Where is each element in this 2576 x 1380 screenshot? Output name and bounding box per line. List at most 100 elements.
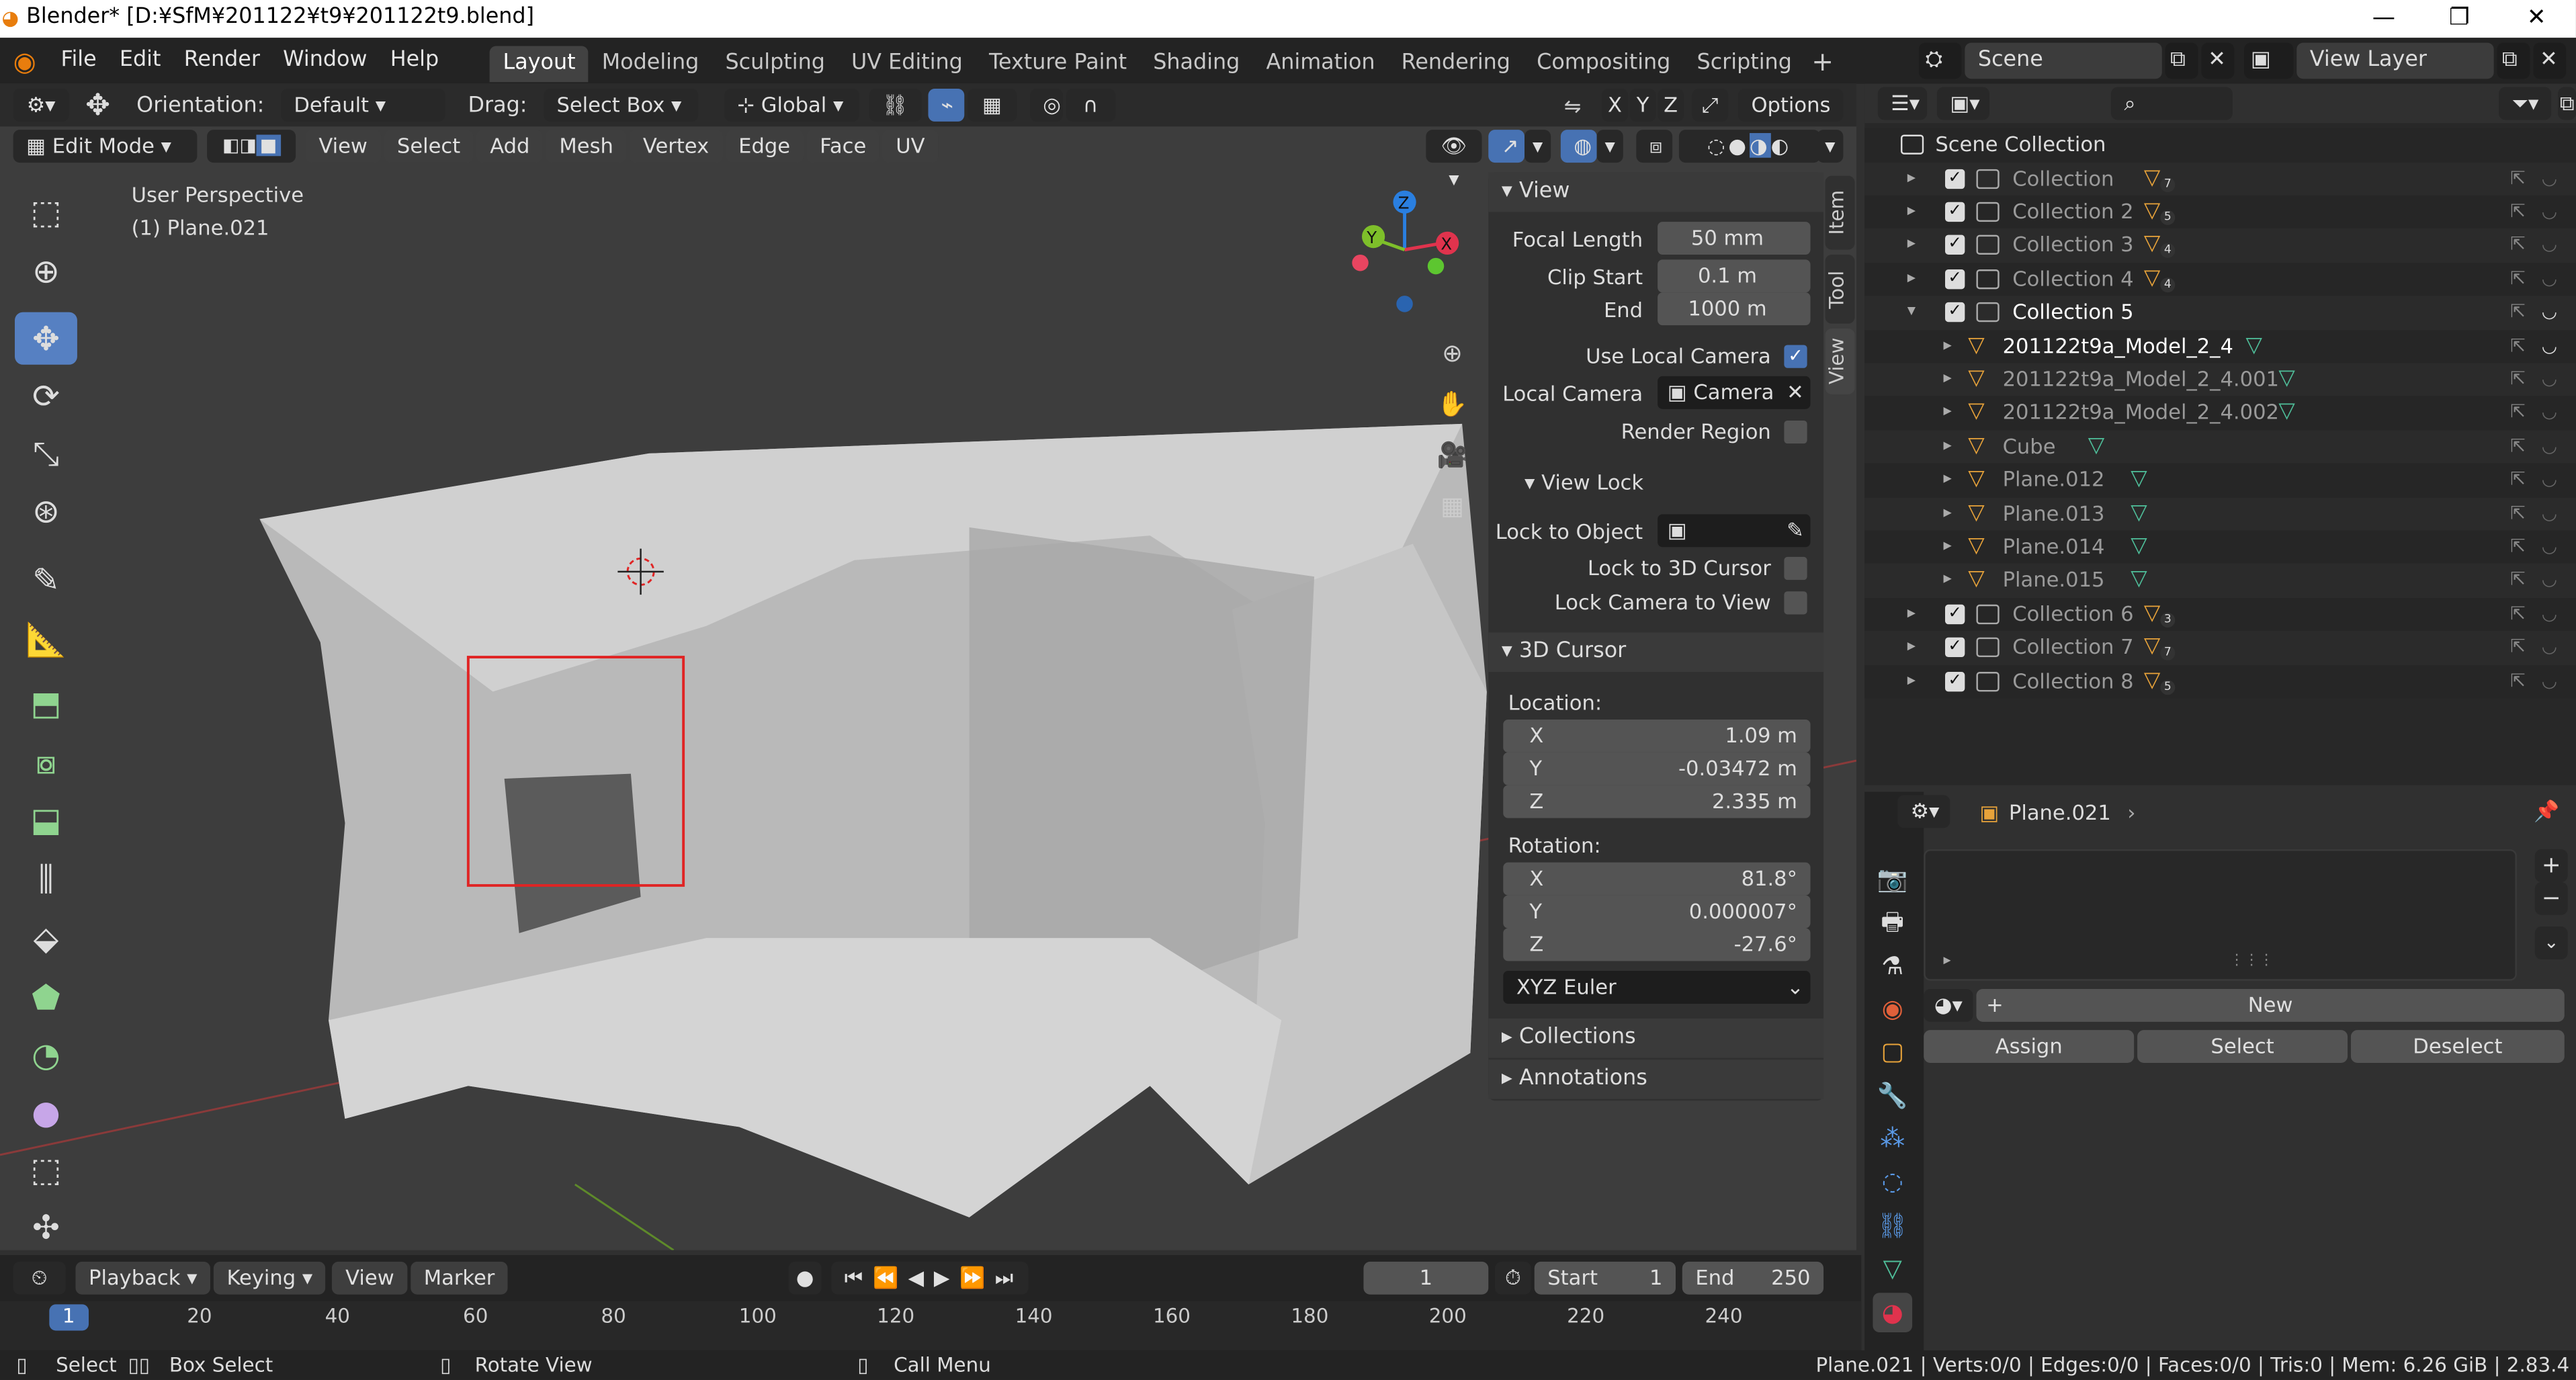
expand-icon[interactable]: ▸ bbox=[1944, 953, 1951, 969]
timeline-editor-icon[interactable]: ⏲▾ bbox=[13, 1261, 66, 1322]
drag-dropdown[interactable]: Select Box ▾ bbox=[543, 89, 698, 122]
eye-icon[interactable]: ◡ bbox=[2542, 430, 2557, 464]
rotate-tool-icon[interactable]: ⟳ bbox=[15, 370, 77, 422]
shading-dropdown-icon[interactable]: ▾ bbox=[1817, 130, 1844, 163]
snap-target-icon[interactable]: ▦ bbox=[967, 89, 1017, 122]
eye-icon[interactable]: ◡ bbox=[2542, 497, 2557, 531]
menu-file[interactable]: File bbox=[49, 38, 108, 83]
outliner-collection-row[interactable]: ▾ ✓ Collection 5 ⇱ ◡ bbox=[1864, 296, 2576, 330]
navigation-gizmo[interactable]: Z X Y bbox=[1344, 187, 1467, 319]
outliner-collection-row[interactable]: ▸ ✓ Collection 4 ▽ 4 ⇱ ◡ bbox=[1864, 262, 2576, 296]
select-arrow-icon[interactable]: ⇱ bbox=[2510, 229, 2526, 263]
xray-icon[interactable]: ⧈ bbox=[1636, 130, 1673, 163]
orientation-dropdown[interactable]: Default ▾ bbox=[280, 89, 445, 122]
poly-build-tool-icon[interactable]: ⬟ bbox=[15, 971, 77, 1023]
select-arrow-icon[interactable]: ⇱ bbox=[2510, 162, 2526, 196]
grid-ortho-icon[interactable]: ▦ bbox=[1434, 481, 1471, 532]
overlay-icon[interactable]: ◍ bbox=[1560, 130, 1597, 163]
gizmo-dropdown-icon[interactable]: ▾ bbox=[1525, 130, 1551, 163]
select-button[interactable]: Select bbox=[2137, 1030, 2348, 1063]
material-slot-list[interactable]: ▸ ⋮⋮⋮ bbox=[1924, 849, 2517, 981]
menu-edit[interactable]: Edit bbox=[108, 38, 173, 83]
include-checkbox[interactable]: ✓ bbox=[1944, 202, 1965, 222]
annotate-tool-icon[interactable]: ✎ bbox=[15, 554, 77, 606]
menu-timeline-view[interactable]: View bbox=[332, 1261, 408, 1295]
world-props-icon[interactable]: ◉ bbox=[1873, 989, 1912, 1029]
eye-icon[interactable]: ◡ bbox=[2542, 631, 2557, 664]
select-arrow-icon[interactable]: ⇱ bbox=[2510, 196, 2526, 229]
outliner-object-row[interactable]: ▸ ▽ Plane.015 ▽ ⇱ ◡ bbox=[1864, 564, 2576, 598]
menu-vertex[interactable]: Vertex bbox=[630, 130, 722, 163]
include-checkbox[interactable]: ✓ bbox=[1944, 269, 1965, 289]
expand-arrow-icon[interactable]: ▸ bbox=[1907, 664, 1916, 698]
editor-type-props-icon[interactable]: ⚙▾ bbox=[1897, 795, 1950, 828]
maximize-button[interactable]: ❐ bbox=[2421, 0, 2497, 38]
outliner-object-row[interactable]: ▸ ▽ Plane.013 ▽ ⇱ ◡ bbox=[1864, 497, 2576, 531]
eye-icon[interactable]: ◡ bbox=[2542, 162, 2557, 196]
expand-arrow-icon[interactable]: ▸ bbox=[1907, 262, 1916, 296]
outliner-object-row[interactable]: ▸ ▽ Plane.014 ▽ ⇱ ◡ bbox=[1864, 530, 2576, 564]
render-region-checkbox[interactable] bbox=[1784, 420, 1807, 444]
outliner-search-input[interactable]: ⌕ bbox=[2110, 87, 2233, 120]
pin-icon[interactable]: 📌 bbox=[2534, 798, 2559, 824]
menu-face[interactable]: Face bbox=[806, 130, 879, 163]
playback-controls[interactable]: ⏮⏪◀▶⏩⏭ bbox=[831, 1261, 1029, 1295]
modifier-props-icon[interactable]: 🔧 bbox=[1873, 1076, 1912, 1116]
scene-props-icon[interactable]: ⚗ bbox=[1873, 946, 1912, 986]
eyedropper-icon[interactable]: ✎ bbox=[1787, 514, 1804, 547]
eye-icon[interactable]: ◡ bbox=[2542, 597, 2557, 631]
tab-tool[interactable]: Tool bbox=[1825, 254, 1855, 324]
location-y-field[interactable]: Y -0.03472 m bbox=[1503, 752, 1811, 785]
menu-marker[interactable]: Marker bbox=[411, 1261, 508, 1295]
rotation-y-field[interactable]: Y 0.000007° bbox=[1503, 895, 1811, 929]
filter-icon[interactable]: ⏷▾ bbox=[2498, 87, 2552, 120]
rotation-x-field[interactable]: X 81.8° bbox=[1503, 862, 1811, 896]
knife-tool-icon[interactable]: ⬙ bbox=[15, 912, 77, 964]
outliner-collection-row[interactable]: ▸ ✓ Collection 6 ▽ 3 ⇱ ◡ bbox=[1864, 597, 2576, 632]
stopwatch-icon[interactable]: ⏱ bbox=[1495, 1261, 1531, 1295]
select-arrow-icon[interactable]: ⇱ bbox=[2510, 396, 2526, 430]
outliner-collection-row[interactable]: ▸ ✓ Collection 7 ▽ 7 ⇱ ◡ bbox=[1864, 631, 2576, 665]
mirror-icon[interactable]: ⇋ bbox=[1564, 93, 1582, 118]
close-button[interactable]: ✕ bbox=[2499, 0, 2574, 38]
eye-icon[interactable]: ◡ bbox=[2542, 262, 2557, 296]
lock-camera-checkbox[interactable] bbox=[1784, 591, 1807, 615]
outliner-collection-row[interactable]: ▸ ✓ Collection 2 ▽ 5 ⇱ ◡ bbox=[1864, 195, 2576, 229]
expand-arrow-icon[interactable]: ▸ bbox=[1907, 162, 1916, 196]
axis-y-toggle[interactable]: Y bbox=[1629, 89, 1656, 122]
lock-to-cursor-checkbox[interactable] bbox=[1784, 556, 1807, 580]
annotations-section-header[interactable]: ▸ Annotations bbox=[1488, 1060, 1824, 1099]
material-props-icon[interactable]: ◕ bbox=[1873, 1293, 1913, 1332]
smooth-tool-icon[interactable]: ● bbox=[15, 1086, 77, 1138]
eye-icon[interactable]: ◡ bbox=[2542, 363, 2557, 396]
menu-edge[interactable]: Edge bbox=[725, 130, 804, 163]
display-mode-icon[interactable]: ▣▾ bbox=[1936, 87, 1990, 120]
pivot-icon[interactable]: ⛓ bbox=[869, 89, 922, 122]
include-checkbox[interactable]: ✓ bbox=[1944, 168, 1965, 188]
move-tool-button[interactable]: ✥ bbox=[15, 312, 77, 365]
start-frame-field[interactable]: Start 1 bbox=[1534, 1261, 1676, 1295]
shading-modes-icons[interactable]: ◌●◑◐ bbox=[1678, 130, 1821, 163]
view-layer-browse-icon[interactable]: ▣ bbox=[2244, 42, 2294, 79]
eye-icon[interactable]: ◡ bbox=[2542, 664, 2557, 698]
tab-item[interactable]: Item bbox=[1825, 175, 1855, 250]
select-arrow-icon[interactable]: ⇱ bbox=[2510, 497, 2526, 531]
select-tool-icon[interactable]: ⬚ bbox=[15, 185, 77, 238]
select-arrow-icon[interactable]: ⇱ bbox=[2510, 262, 2526, 296]
select-arrow-icon[interactable]: ⇱ bbox=[2510, 597, 2526, 631]
menu-window[interactable]: Window bbox=[271, 38, 379, 83]
scene-collection-row[interactable]: Scene Collection bbox=[1864, 128, 2576, 162]
camera-view-icon[interactable]: 🎥 bbox=[1434, 431, 1471, 482]
expand-arrow-icon[interactable]: ▸ bbox=[1944, 363, 1952, 396]
physics-props-icon[interactable]: ◌ bbox=[1873, 1162, 1912, 1201]
clip-start-field[interactable]: 0.1 m bbox=[1658, 259, 1811, 293]
browse-material-icon[interactable]: ◕▾ bbox=[1924, 988, 1973, 1022]
select-arrow-icon[interactable]: ⇱ bbox=[2510, 464, 2526, 497]
mode-dropdown[interactable]: ▦ Edit Mode ▾ bbox=[13, 130, 198, 163]
shear-tool-icon[interactable]: ✣ bbox=[15, 1201, 77, 1250]
clip-end-field[interactable]: 1000 m bbox=[1658, 292, 1811, 326]
auto-merge-icon[interactable]: ⤢ bbox=[1692, 89, 1729, 122]
axis-x-toggle[interactable]: X bbox=[1601, 89, 1629, 122]
gizmo-icon[interactable]: ↗ bbox=[1488, 130, 1525, 163]
tab-compositing[interactable]: Compositing bbox=[1524, 45, 1684, 81]
